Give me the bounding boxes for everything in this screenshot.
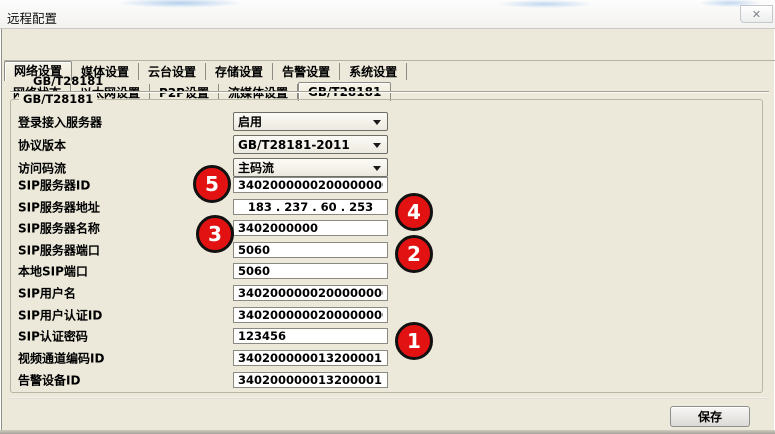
field-label: SIP用户名 [18, 285, 76, 302]
annotation-badge-2: 2 [395, 235, 433, 273]
login-server-dropdown[interactable]: 启用 [233, 112, 388, 131]
title-bar: 远程配置 ✕ [0, 0, 775, 29]
annotation-badge-5: 5 [193, 165, 231, 203]
field-label: SIP服务器端口 [18, 242, 100, 259]
form-row-sip-server-port: SIP服务器端口 [0, 242, 760, 258]
chevron-down-icon [373, 166, 381, 171]
annotation-badge-3: 3 [196, 215, 234, 253]
tab-storage-settings[interactable]: 存储设置 [206, 63, 273, 80]
save-button[interactable]: 保存 [670, 406, 750, 427]
protocol-version-dropdown[interactable]: GB/T28181-2011 [233, 135, 388, 154]
form-row-access-stream: 访问码流 主码流 [0, 158, 760, 177]
form-row-sip-auth-password: SIP认证密码 [0, 328, 760, 344]
form-row-sip-server-id: SIP服务器ID [0, 177, 760, 193]
field-label: 告警设备ID [18, 372, 80, 389]
field-label: SIP用户认证ID [18, 307, 102, 324]
field-label: SIP服务器名称 [18, 220, 100, 237]
form-row-local-sip-port: 本地SIP端口 [0, 263, 760, 279]
dropdown-value: 启用 [238, 113, 262, 130]
field-label: SIP服务器地址 [18, 199, 100, 216]
form-row-sip-server-address: SIP服务器地址 [0, 199, 760, 215]
field-label: 登录接入服务器 [18, 113, 102, 130]
page-separator [10, 91, 769, 93]
form-row-protocol-version: 协议版本 GB/T28181-2011 [0, 135, 760, 154]
annotation-badge-4: 4 [395, 193, 433, 231]
sip-auth-password-input[interactable] [233, 328, 388, 344]
tab-page-bottom-edge [8, 397, 770, 399]
form-row-alarm-device-id: 告警设备ID [0, 372, 760, 388]
form-row-video-channel-id: 视频通道编码ID [0, 350, 760, 366]
tab-alarm-settings[interactable]: 告警设置 [273, 63, 340, 80]
dropdown-value: GB/T28181-2011 [238, 138, 350, 152]
form-row-sip-auth-id: SIP用户认证ID [0, 307, 760, 323]
alarm-device-id-input[interactable] [233, 372, 388, 388]
access-stream-dropdown[interactable]: 主码流 [233, 158, 388, 177]
window-title: 远程配置 [7, 8, 57, 27]
annotation-badge-1: 1 [395, 322, 433, 360]
sip-server-name-input[interactable] [233, 220, 388, 236]
field-label: 访问码流 [18, 159, 66, 176]
sip-server-id-input[interactable] [233, 177, 388, 193]
video-channel-id-input[interactable] [233, 350, 388, 366]
form-row-sip-username: SIP用户名 [0, 285, 760, 301]
field-label: SIP认证密码 [18, 328, 88, 345]
field-label: 协议版本 [18, 136, 66, 153]
tab-ptz-settings[interactable]: 云台设置 [139, 63, 206, 80]
sip-auth-id-input[interactable] [233, 307, 388, 323]
remote-config-dialog: 远程配置 ✕ 网络设置 媒体设置 云台设置 存储设置 告警设置 系统设置 网络状… [0, 0, 775, 434]
close-icon: ✕ [752, 9, 761, 20]
field-label: 本地SIP端口 [18, 263, 88, 280]
window-bottom-edge [0, 430, 775, 434]
sip-server-address-input[interactable] [233, 199, 388, 215]
chevron-down-icon [373, 120, 381, 125]
local-sip-port-input[interactable] [233, 263, 388, 279]
field-label: SIP服务器ID [18, 177, 90, 194]
chevron-down-icon [373, 143, 381, 148]
primary-tab-strip: 网络设置 媒体设置 云台设置 存储设置 告警设置 系统设置 [4, 60, 775, 81]
tab-system-settings[interactable]: 系统设置 [340, 63, 407, 80]
form-row-sip-server-name: SIP服务器名称 [0, 220, 760, 236]
sip-username-input[interactable] [233, 285, 388, 301]
sip-server-port-input[interactable] [233, 242, 388, 258]
dropdown-value: 主码流 [238, 159, 274, 176]
field-label: 视频通道编码ID [18, 350, 104, 367]
groupbox-title: GB/T28181 [19, 93, 97, 106]
page-title: GB/T28181 [33, 74, 103, 88]
close-button[interactable]: ✕ [740, 5, 773, 23]
form-row-login-server: 登录接入服务器 启用 [0, 112, 760, 131]
